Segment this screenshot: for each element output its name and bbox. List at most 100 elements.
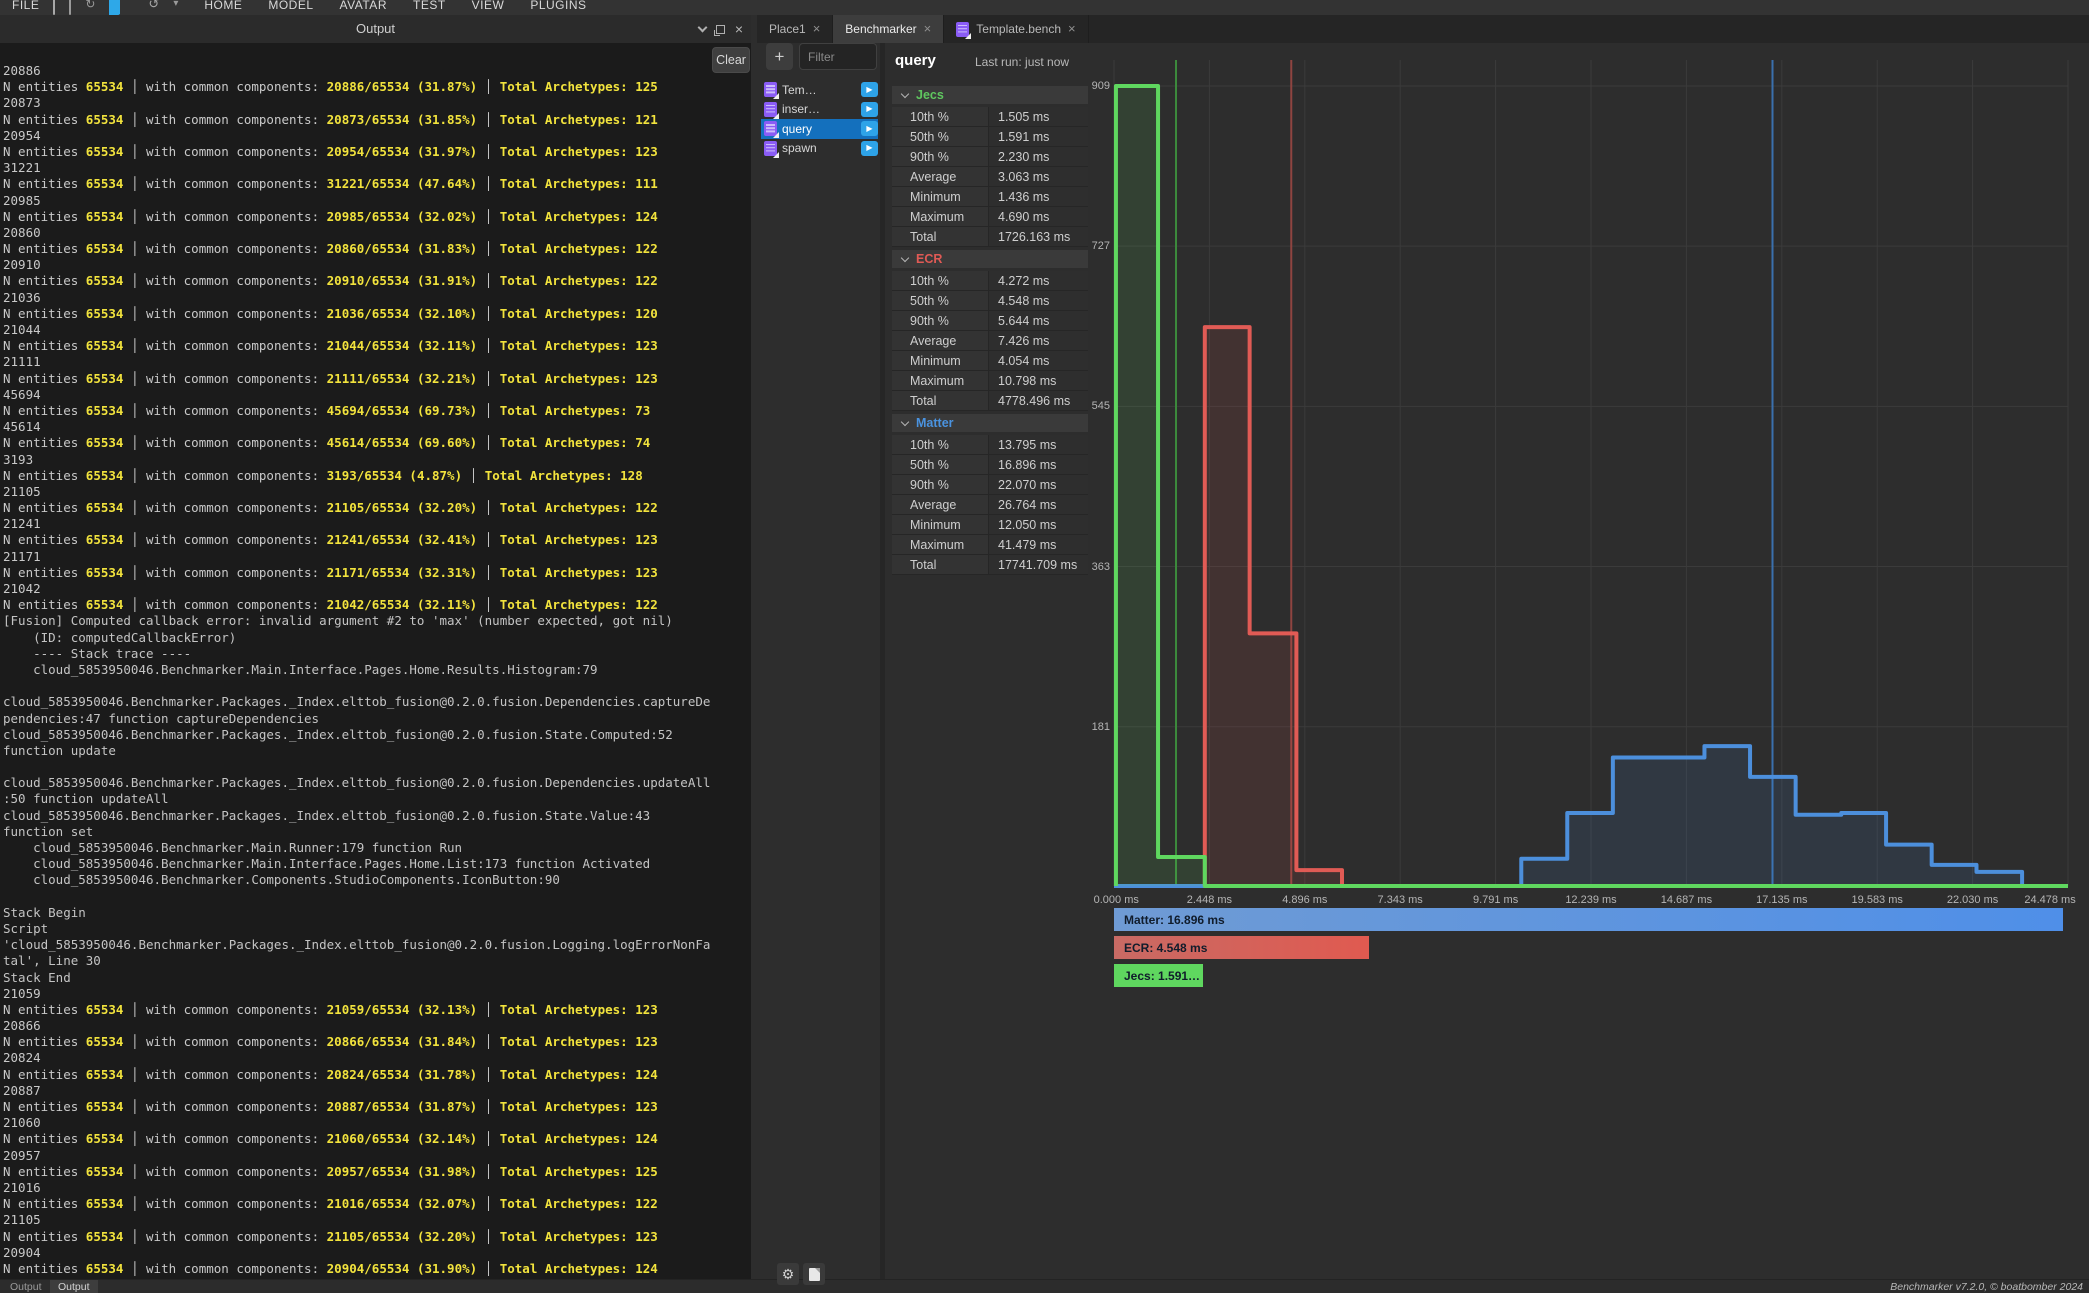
- entity-count: 20957: [3, 1148, 41, 1163]
- text: N entities: [3, 371, 86, 386]
- tab-template-bench[interactable]: Template.bench×: [944, 15, 1088, 43]
- total-archetypes: Total Archetypes: 123: [500, 338, 658, 353]
- bottom-tab-output[interactable]: Output: [50, 1280, 98, 1293]
- message-text: ---- Stack trace ----: [3, 646, 191, 661]
- run-benchmark-button[interactable]: ▶: [861, 102, 878, 117]
- median-bar-ecr[interactable]: ECR: 4.548 ms: [1114, 936, 1369, 959]
- text: │: [477, 500, 500, 515]
- output-line: (ID: computedCallbackError): [3, 630, 751, 646]
- text: │ with common components:: [123, 209, 326, 224]
- benchmark-item-Tem[interactable]: Tem…▶: [761, 80, 878, 100]
- chevron-down-icon: [901, 253, 909, 261]
- text: N entities: [3, 435, 86, 450]
- total-archetypes: Total Archetypes: 111: [500, 176, 658, 191]
- total-archetypes: Total Archetypes: 122: [500, 597, 658, 612]
- output-panel-header: Output ×: [0, 15, 751, 43]
- section-header-ecr[interactable]: ECR: [892, 250, 1088, 268]
- docs-page-icon[interactable]: [803, 1263, 825, 1285]
- total-archetypes: Total Archetypes: 74: [500, 435, 651, 450]
- add-benchmark-button[interactable]: +: [766, 43, 793, 70]
- entities-total: 65534: [86, 468, 124, 483]
- median-bar-matter[interactable]: Matter: 16.896 ms: [1114, 908, 2063, 931]
- entities-total: 65534: [86, 79, 124, 94]
- output-line: cloud_5853950046.Benchmarker.Components.…: [3, 872, 751, 888]
- output-line: cloud_5853950046.Benchmarker.Packages._I…: [3, 727, 751, 743]
- menu-plugins[interactable]: PLUGINS: [530, 0, 586, 14]
- common-components: 21016/65534 (32.07%): [327, 1196, 478, 1211]
- dropdown-caret-icon[interactable]: ▾: [173, 0, 178, 11]
- filter-input[interactable]: Filter: [799, 43, 877, 70]
- total-archetypes: Total Archetypes: 121: [500, 112, 658, 127]
- output-line: cloud_5853950046.Benchmarker.Main.Interf…: [3, 662, 751, 678]
- menu-avatar[interactable]: AVATAR: [340, 0, 387, 14]
- stat-row: Minimum4.054 ms: [892, 351, 1088, 371]
- entities-total: 65534: [86, 1002, 124, 1017]
- stat-value: 22.070 ms: [989, 475, 1088, 494]
- menu-file[interactable]: FILE: [12, 0, 39, 14]
- median-bar-jecs[interactable]: Jecs: 1.591…: [1114, 964, 1203, 987]
- output-line: N entities 65534 │ with common component…: [3, 209, 751, 225]
- page-icon[interactable]: [53, 0, 55, 15]
- tab-place1[interactable]: Place1×: [757, 15, 833, 43]
- menu-model[interactable]: MODEL: [268, 0, 313, 14]
- panel-divider[interactable]: [880, 43, 885, 1279]
- text: N entities: [3, 1099, 86, 1114]
- tab-close-icon[interactable]: ×: [924, 23, 932, 35]
- entities-total: 65534: [86, 597, 124, 612]
- text: N entities: [3, 1131, 86, 1146]
- top-toolbar: FILE ↻ ↺ ▾ HOME MODEL AVATAR TEST VIEW PLUGIN…: [0, 0, 2089, 15]
- text: N entities: [3, 565, 86, 580]
- output-line: 21171: [3, 549, 751, 565]
- menu-test[interactable]: TEST: [413, 0, 446, 14]
- entity-count: 20824: [3, 1050, 41, 1065]
- output-line: N entities 65534 │ with common component…: [3, 565, 751, 581]
- tab-benchmarker[interactable]: Benchmarker×: [833, 15, 944, 43]
- output-line: cloud_5853950046.Benchmarker.Packages._I…: [3, 808, 751, 824]
- menu-home[interactable]: HOME: [204, 0, 242, 14]
- tab-close-icon[interactable]: ×: [813, 23, 821, 35]
- run-benchmark-button[interactable]: ▶: [861, 121, 878, 136]
- undo-icon[interactable]: ↺: [148, 0, 159, 11]
- sync-icon[interactable]: ↻: [85, 0, 95, 11]
- output-line: [3, 678, 751, 694]
- publish-icon[interactable]: [69, 0, 71, 15]
- entities-total: 65534: [86, 209, 124, 224]
- common-components: 21171/65534 (32.31%): [327, 565, 478, 580]
- common-components: 31221/65534 (47.64%): [327, 176, 478, 191]
- output-line: N entities 65534 │ with common component…: [3, 403, 751, 419]
- benchmark-item-query[interactable]: query▶: [761, 119, 878, 139]
- benchmark-item-inser[interactable]: inser…▶: [761, 100, 878, 120]
- section-header-jecs[interactable]: Jecs: [892, 86, 1088, 104]
- clear-button[interactable]: Clear: [712, 47, 750, 73]
- run-benchmark-button[interactable]: ▶: [861, 82, 878, 97]
- run-benchmark-button[interactable]: ▶: [861, 141, 878, 156]
- chevron-down-icon[interactable]: [697, 23, 707, 33]
- x-axis-label: 19.583 ms: [1852, 894, 1903, 906]
- play-icon[interactable]: [109, 0, 120, 15]
- bottom-tab-output[interactable]: Output: [2, 1280, 50, 1293]
- common-components: 20957/65534 (31.98%): [327, 1164, 478, 1179]
- message-text: cloud_5853950046.Benchmarker.Packages._I…: [3, 808, 650, 823]
- output-console[interactable]: 20886N entities 65534 │ with common comp…: [0, 43, 751, 1279]
- menu-view[interactable]: VIEW: [472, 0, 505, 14]
- text: │: [477, 1002, 500, 1017]
- text: N entities: [3, 403, 86, 418]
- entity-count: 21036: [3, 290, 41, 305]
- tab-close-icon[interactable]: ×: [1068, 23, 1076, 35]
- float-window-icon[interactable]: [716, 25, 725, 34]
- stat-row: 90th %5.644 ms: [892, 311, 1088, 331]
- settings-gear-icon[interactable]: ⚙: [777, 1263, 799, 1285]
- text: │: [477, 241, 500, 256]
- output-line: 20887: [3, 1083, 751, 1099]
- output-line: 20866: [3, 1018, 751, 1034]
- output-line: cloud_5853950046.Benchmarker.Packages._I…: [3, 775, 751, 791]
- stat-value: 1726.163 ms: [989, 227, 1088, 246]
- close-icon[interactable]: ×: [735, 23, 743, 35]
- entities-total: 65534: [86, 1034, 124, 1049]
- section-header-matter[interactable]: Matter: [892, 414, 1088, 432]
- entities-total: 65534: [86, 338, 124, 353]
- benchmark-item-spawn[interactable]: spawn▶: [761, 139, 878, 159]
- play-icon: ▶: [866, 86, 872, 94]
- message-text: cloud_5853950046.Benchmarker.Main.Interf…: [3, 662, 598, 677]
- message-text: cloud_5853950046.Benchmarker.Packages._I…: [3, 727, 673, 742]
